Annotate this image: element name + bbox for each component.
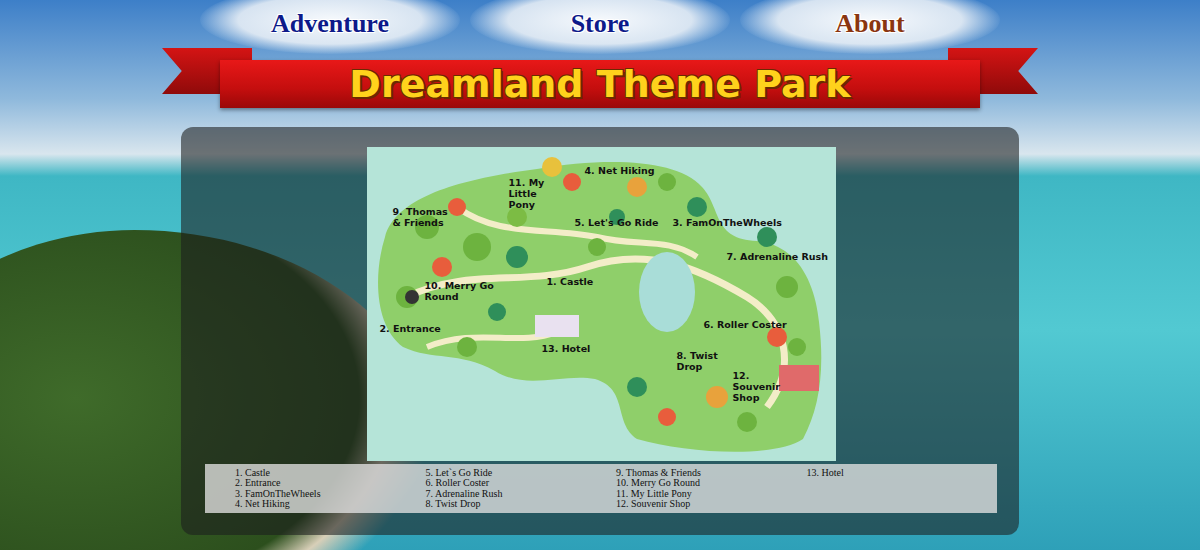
map-label: 1. Castle (547, 277, 617, 288)
map-label: 13. Hotel (542, 344, 612, 355)
legend-item: 11. My Little Pony (616, 489, 807, 499)
nav-label[interactable]: Adventure (271, 9, 389, 39)
top-nav: Adventure Store About (195, 0, 1005, 48)
map-label: 7. Adrenaline Rush (727, 252, 833, 263)
map-label: 5. Let's Go Ride (575, 218, 675, 229)
map-label: 9. Thomas & Friends (393, 207, 459, 229)
nav-label[interactable]: About (835, 9, 904, 39)
map-label: 11. My Little Pony (509, 178, 559, 211)
nav-item[interactable]: About (735, 0, 1005, 48)
map-label: 3. FamOnTheWheels (673, 218, 793, 229)
nav-item[interactable]: Adventure (195, 0, 465, 48)
legend-item: 2. Entrance (235, 478, 426, 488)
legend-item: 12. Souvenir Shop (616, 499, 807, 509)
map-label: 4. Net Hiking (585, 166, 675, 177)
map-label: 12. Souvenir Shop (733, 371, 793, 404)
legend: 1. Castle2. Entrance3. FamOnTheWheels4. … (205, 464, 997, 513)
nav-label[interactable]: Store (571, 9, 630, 39)
map-label: 8. Twist Drop (677, 351, 729, 373)
ribbon: Dreamland Theme Park (220, 60, 980, 108)
legend-item: 5. Let`s Go Ride (426, 468, 617, 478)
page: Adventure Store About Dreamland Theme Park 4… (0, 0, 1200, 550)
banner: Dreamland Theme Park (162, 48, 1038, 118)
legend-item: 4. Net Hiking (235, 499, 426, 509)
legend-item: 10. Merry Go Round (616, 478, 807, 488)
content-panel: 4. Net Hiking 11. My Little Pony 9. Thomas… (181, 127, 1019, 535)
legend-item: 6. Roller Coster (426, 478, 617, 488)
legend-item: 3. FamOnTheWheels (235, 489, 426, 499)
nav-item[interactable]: Store (465, 0, 735, 48)
legend-item: 7. Adrenaline Rush (426, 489, 617, 499)
legend-item: 13. Hotel (807, 468, 998, 478)
park-map: 4. Net Hiking 11. My Little Pony 9. Thomas… (367, 147, 836, 461)
map-label: 2. Entrance (380, 324, 460, 335)
legend-item: 1. Castle (235, 468, 426, 478)
map-label: 10. Merry Go Round (425, 281, 495, 303)
site-title: Dreamland Theme Park (349, 60, 850, 108)
legend-item: 9. Thomas & Friends (616, 468, 807, 478)
island-icon (367, 147, 836, 461)
legend-item: 8. Twist Drop (426, 499, 617, 509)
map-label: 6. Roller Coster (704, 320, 804, 331)
